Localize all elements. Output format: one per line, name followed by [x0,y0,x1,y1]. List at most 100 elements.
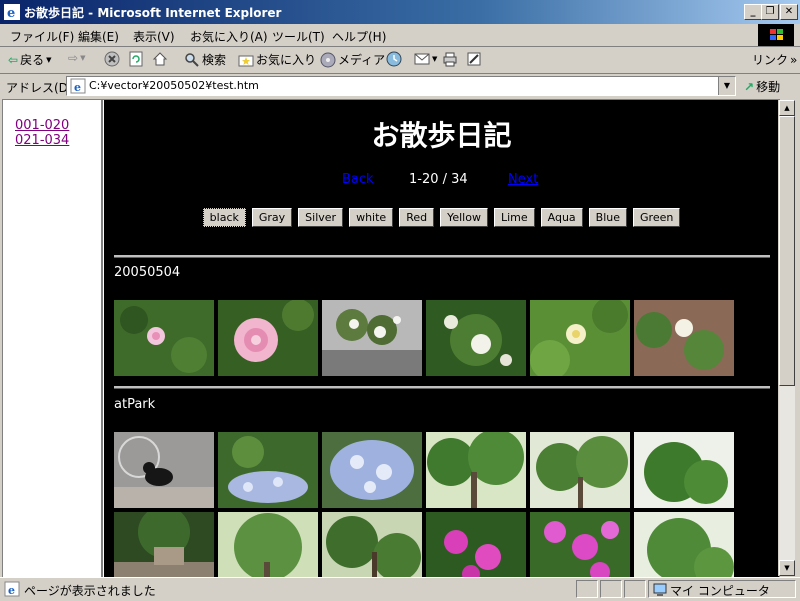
tree-photo [634,512,734,577]
history-button[interactable] [386,51,402,67]
back-link[interactable]: Back [342,172,374,187]
windows-logo [758,24,794,46]
photo-thumbnail[interactable] [530,512,630,577]
photo-thumbnail[interactable] [114,512,214,577]
close-button[interactable]: ✕ [780,4,798,20]
windows-flag-icon [770,29,783,40]
photo-thumbnail[interactable] [634,300,734,376]
arrow-down-icon: ▼ [784,564,790,572]
back-label: 戻る [20,53,45,67]
tree-photo [218,512,318,577]
menu-help[interactable]: ヘルプ(H) [332,28,386,45]
color-button-red[interactable]: Red [399,208,435,227]
status-panel [624,580,646,598]
photo-thumbnail[interactable] [114,432,214,508]
stop-icon [104,51,120,67]
color-button-lime[interactable]: Lime [493,208,535,227]
restore-button[interactable]: ❐ [761,4,779,20]
color-button-group: black Gray Silver white Red Yellow Lime … [104,208,779,227]
photo-thumbnail[interactable] [322,432,422,508]
status-panel [600,580,622,598]
photo-thumbnail[interactable] [634,512,734,577]
color-button-gray[interactable]: Gray [251,208,293,227]
favorites-button[interactable]: お気に入り [238,51,316,68]
photo-thumbnail[interactable] [218,432,318,508]
dropdown-arrow-icon: ▼ [432,55,438,63]
color-button-silver[interactable]: Silver [298,208,344,227]
menu-tools[interactable]: ツール(T) [272,28,325,45]
menu-view[interactable]: 表示(V) [133,28,175,45]
flower-photo [218,300,318,376]
chevron-down-icon: ▼ [723,81,731,90]
go-button[interactable]: ↗ 移動 [744,78,780,95]
section-divider [114,386,770,389]
media-button[interactable]: メディア [320,51,385,68]
color-button-black[interactable]: black [202,208,246,227]
window-title: お散歩日記 - Microsoft Internet Explorer [24,6,282,20]
favorites-folder-icon [238,55,254,66]
favorites-label: お気に入り [256,53,317,67]
browser-viewport: 001-020 021-034 お散歩日記 Back 1-20 / 34 Nex… [2,99,780,578]
menu-file[interactable]: ファイル(F) [10,28,74,45]
go-arrow-icon: ↗ [744,79,755,94]
forward-arrow-icon: ⇨ [68,51,79,65]
media-label: メディア [338,53,386,67]
flower-photo [530,300,630,376]
stop-button[interactable] [104,51,120,67]
mail-button[interactable]: ▼ [414,51,437,67]
arrow-up-icon: ▲ [784,104,790,112]
color-button-aqua[interactable]: Aqua [540,208,583,227]
section-title: 20050504 [114,265,181,280]
photo-grid [114,300,754,376]
vertical-scrollbar[interactable]: ▲ ▼ [778,100,795,576]
color-button-blue[interactable]: Blue [588,208,628,227]
flower-photo [634,300,734,376]
photo-thumbnail[interactable] [530,432,630,508]
color-button-green[interactable]: Green [633,208,681,227]
photo-thumbnail[interactable] [426,300,526,376]
search-button[interactable]: 検索 [184,51,226,68]
print-button[interactable] [442,51,458,67]
home-button[interactable] [152,51,168,67]
forward-button[interactable]: ⇨ ▼ [68,51,85,65]
photo-thumbnail[interactable] [218,300,318,376]
photo-thumbnail[interactable] [530,300,630,376]
svg-text:e: e [8,584,15,597]
my-computer-icon [653,583,667,596]
photo-thumbnail[interactable] [114,300,214,376]
address-label: アドレス(D) [6,81,73,95]
left-frame: 001-020 021-034 [3,100,103,577]
minimize-button[interactable]: _ [744,4,762,20]
menu-favorites[interactable]: お気に入り(A) [190,28,268,45]
address-dropdown-button[interactable]: ▼ [718,77,735,95]
flower-photo [426,512,526,577]
scroll-up-button[interactable]: ▲ [779,100,795,116]
print-icon [443,52,457,67]
photo-thumbnail[interactable] [426,432,526,508]
status-bar: e ページが表示されました マイ コンピュータ [0,577,800,601]
refresh-icon [129,51,143,67]
links-button[interactable]: リンク » [752,51,797,68]
section-divider [114,255,770,258]
photo-thumbnail[interactable] [426,512,526,577]
scroll-down-button[interactable]: ▼ [779,560,795,576]
sidebar-link-001-020[interactable]: 001-020 [15,118,101,133]
color-button-yellow[interactable]: Yellow [440,208,488,227]
photo-thumbnail[interactable] [634,432,734,508]
back-button[interactable]: ⇦ 戻る ▼ [8,51,51,68]
sidebar-link-021-034[interactable]: 021-034 [15,133,101,148]
address-input[interactable]: e C:¥vector¥20050502¥test.htm ▼ [66,76,736,96]
next-link[interactable]: Next [508,172,538,187]
menu-edit[interactable]: 編集(E) [78,28,119,45]
color-button-white[interactable]: white [349,208,394,227]
page-range: 1-20 / 34 [409,172,468,187]
photo-thumbnail[interactable] [322,512,422,577]
mail-icon [414,53,430,65]
scrollbar-thumb[interactable] [779,116,795,386]
menu-bar: ファイル(F) 編集(E) 表示(V) お気に入り(A) ツール(T) ヘルプ(… [0,24,800,47]
photo-thumbnail[interactable] [218,512,318,577]
refresh-button[interactable] [128,51,144,67]
photo-thumbnail[interactable] [322,300,422,376]
edit-button[interactable] [466,51,482,67]
status-text: ページが表示されました [24,584,156,598]
